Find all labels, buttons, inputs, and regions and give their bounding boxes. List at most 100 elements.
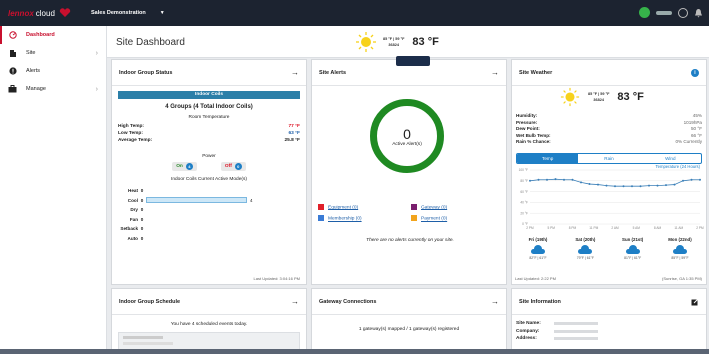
y-tick-label: 20 °F: [520, 211, 528, 215]
mode-total: 4: [250, 197, 253, 203]
forecast-day: Fri (19th) 82°F | 61°F: [516, 237, 560, 260]
brand-logo[interactable]: lennox cloud: [0, 8, 84, 18]
mode-bar: [146, 197, 247, 204]
header-weather: 85 °F | 59 °F 36824 83 °F: [355, 31, 439, 53]
tooltip-tab: [396, 56, 430, 66]
tab-rain[interactable]: Rain: [578, 154, 639, 163]
card-title: Indoor Group Status: [119, 69, 173, 76]
site-info-label: Address:: [516, 336, 537, 341]
on-count: 4: [185, 163, 193, 170]
legend-gateway[interactable]: Gateway (0): [411, 204, 504, 210]
y-tick-label: 40 °F: [520, 201, 528, 205]
legend-equipment[interactable]: Equipment (0): [318, 204, 411, 210]
arrow-right-icon[interactable]: →: [491, 297, 499, 306]
data-point: [682, 179, 684, 182]
data-point: [614, 185, 616, 188]
account-icon[interactable]: [678, 7, 688, 18]
schedule-summary: You have 4 scheduled events today.: [170, 322, 248, 327]
power-off-toggle[interactable]: Off 0: [220, 162, 246, 171]
brand-name: cloud: [35, 8, 55, 18]
building-icon: [9, 50, 16, 57]
x-tick-label: 11 AM: [674, 226, 683, 230]
sidebar-item-manage[interactable]: Manage ›: [0, 80, 106, 98]
card-title: Site Information: [519, 298, 561, 305]
redacted-value: [554, 322, 598, 325]
alerts-count: 0: [403, 125, 411, 142]
modes-title: Indoor Coils Current Active Mode(s): [171, 177, 247, 182]
forecast: Fri (19th) 82°F | 61°F Sat (20th) 79°F | 61…: [516, 237, 702, 260]
data-point: [699, 178, 701, 181]
chevron-right-icon: ›: [95, 49, 98, 57]
site-info-label: Site Name:: [516, 321, 541, 326]
y-tick-label: 80 °F: [520, 179, 528, 183]
legend-membership[interactable]: Membership (0): [318, 215, 411, 222]
sidebar: Dashboard Site › Alerts Manage ›: [0, 26, 107, 354]
chart-title: Temperature (24 Hours): [656, 164, 701, 169]
mode-row: Cool 0 4: [112, 196, 306, 206]
tab-temp[interactable]: Temp: [517, 154, 579, 163]
weather-details: Humidity: 45% Pressure: 1019hPa Dew Point: 50…: [516, 113, 702, 146]
card-title: Site Weather: [519, 69, 553, 76]
site-info-row: Site Name:: [516, 320, 702, 328]
mode-row: Dry 0: [112, 205, 306, 215]
project-dropdown-icon[interactable]: ▼: [160, 10, 165, 16]
sidebar-item-site[interactable]: Site ›: [0, 44, 106, 62]
forecast-day-label: Mon (22nd): [668, 237, 692, 242]
heart-icon: [59, 8, 71, 17]
sun-icon: [356, 32, 376, 52]
temp-list: High Temp: 77 °F Low Temp: 63 °F Average T…: [118, 123, 300, 144]
bell-icon[interactable]: [694, 8, 703, 18]
mode-row: Fan 0: [112, 215, 306, 225]
mode-count: 0: [140, 235, 144, 241]
site-info-label: Company:: [516, 328, 540, 334]
data-point: [622, 185, 625, 188]
card-title: Indoor Group Schedule: [119, 298, 181, 305]
temp-row: High Temp: 77 °F: [118, 124, 300, 129]
site-info-card: Site Information Site Name: Company: Addre…: [511, 288, 707, 354]
project-name[interactable]: Sales Demonstration: [91, 10, 146, 16]
bottom-bar: [0, 349, 709, 354]
forecast-day-label: Fri (19th): [528, 237, 548, 242]
arrow-right-icon[interactable]: →: [291, 68, 299, 77]
info-icon[interactable]: i: [691, 68, 699, 77]
arrow-right-icon[interactable]: →: [491, 68, 499, 77]
alerts-count-label: Active Alert(s): [392, 141, 422, 147]
data-point: [597, 183, 599, 186]
sidebar-item-dashboard[interactable]: Dashboard: [0, 26, 106, 44]
schedule-event-list[interactable]: [118, 332, 300, 350]
indoor-coils-bar[interactable]: Indoor Coils: [118, 91, 300, 99]
x-tick-label: 11 PM: [589, 226, 598, 230]
forecast-day: Sun (21st) 81°F | 61°F: [611, 237, 655, 260]
temp-row: Average Temp: 25.8 °F: [118, 138, 300, 143]
edit-icon[interactable]: [691, 297, 699, 306]
gateway-card: Gateway Connections → 1 gateway(s) mapped…: [311, 288, 507, 354]
temperature-chart: Temperature (24 Hours)0 °F20 °F40 °F60 °…: [519, 164, 704, 230]
mode-row: Setback 0: [112, 224, 306, 234]
mode-label: Dry: [130, 207, 138, 213]
mode-label: Fan: [129, 216, 138, 222]
header-zip: 36824: [388, 43, 399, 47]
data-point: [631, 185, 633, 188]
page-title: Site Dashboard: [116, 37, 185, 48]
weather-row-value: 0% Currently: [675, 139, 702, 144]
data-point: [588, 183, 591, 186]
redacted-value: [554, 337, 598, 340]
x-tick-label: 5 AM: [633, 226, 641, 230]
sidebar-item-alerts[interactable]: Alerts: [0, 62, 106, 80]
arrow-right-icon[interactable]: →: [291, 297, 299, 306]
weather-tabs: Temp Rain Wind: [516, 153, 702, 164]
legend-payment[interactable]: Payment (0): [411, 215, 504, 222]
cloud-icon: [578, 245, 593, 254]
user-name[interactable]: [656, 10, 672, 15]
weather-current: 85 °F | 59 °F 36824 83 °F: [560, 87, 644, 107]
groups-summary: 4 Groups (4 Total Indoor Coils): [165, 104, 253, 110]
mode-count: 0: [140, 216, 144, 222]
forecast-range: 81°F | 61°F: [624, 256, 642, 260]
data-point: [605, 184, 608, 187]
globe-icon[interactable]: [639, 7, 650, 18]
weather-row: Rain % Chance: 0% Currently: [516, 139, 702, 146]
forecast-day-label: Sun (21st): [622, 237, 644, 242]
alerts-donut: 0 Active Alert(s): [370, 99, 444, 173]
tab-wind[interactable]: Wind: [640, 154, 701, 163]
power-on-toggle[interactable]: On 4: [172, 162, 197, 171]
